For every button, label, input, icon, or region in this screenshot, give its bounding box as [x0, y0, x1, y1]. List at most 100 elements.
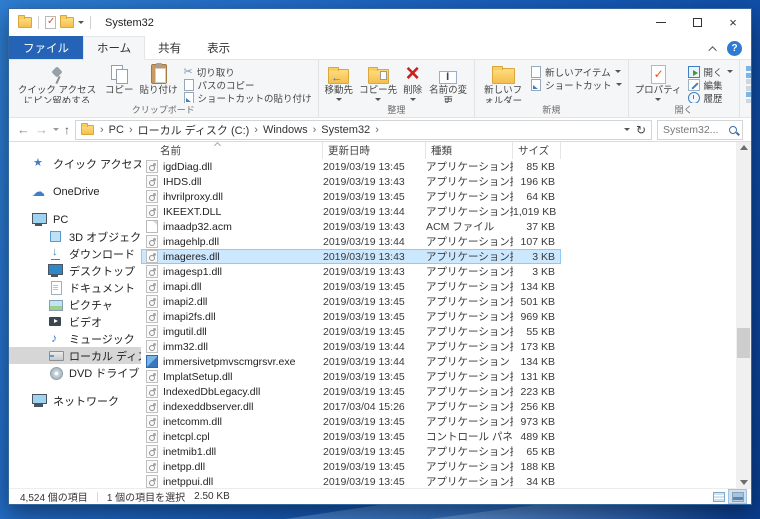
- file-row[interactable]: imagesp1.dll 2019/03/19 13:43 アプリケーション拡張…: [141, 264, 561, 279]
- file-row[interactable]: imapi.dll 2019/03/19 13:45 アプリケーション拡張 13…: [141, 279, 561, 294]
- properties-button[interactable]: プロパティ: [632, 62, 685, 102]
- file-row[interactable]: IHDS.dll 2019/03/19 13:43 アプリケーション拡張 196…: [141, 174, 561, 189]
- sidebar-item[interactable]: ローカル ディスク (C:): [9, 347, 141, 364]
- sidebar-item[interactable]: 3D オブジェクト: [9, 228, 141, 245]
- new-folder-button[interactable]: 新しいフォルダー: [478, 62, 528, 103]
- maximize-button[interactable]: [679, 9, 715, 36]
- column-header-size[interactable]: サイズ: [513, 142, 561, 159]
- close-button[interactable]: ×: [715, 9, 751, 36]
- delete-button[interactable]: × 削除: [400, 62, 425, 102]
- title-bar[interactable]: System32 ×: [9, 9, 751, 36]
- tab-file[interactable]: ファイル: [9, 36, 83, 59]
- tab-share[interactable]: 共有: [145, 36, 194, 59]
- sidebar-item[interactable]: ダウンロード: [9, 245, 141, 262]
- details-view-button[interactable]: [709, 489, 728, 504]
- sidebar-item[interactable]: PC: [9, 211, 141, 228]
- sidebar-item[interactable]: ピクチャ: [9, 296, 141, 313]
- file-row[interactable]: imapi2fs.dll 2019/03/19 13:45 アプリケーション拡張…: [141, 309, 561, 324]
- window-controls: ×: [643, 9, 751, 36]
- qat-customize-chevron-icon[interactable]: [78, 21, 84, 24]
- shortcut-button[interactable]: ショートカット: [528, 78, 625, 92]
- file-row[interactable]: igdDiag.dll 2019/03/19 13:45 アプリケーション拡張 …: [141, 159, 561, 174]
- rename-button[interactable]: 名前の変更: [425, 62, 471, 103]
- sidebar-item[interactable]: ネットワーク: [9, 392, 141, 409]
- paste-button[interactable]: 貼り付け: [137, 62, 181, 98]
- file-row[interactable]: IndexedDbLegacy.dll 2019/03/19 13:45 アプリ…: [141, 384, 561, 399]
- help-icon[interactable]: ?: [727, 41, 742, 56]
- qat-new-folder-icon[interactable]: [60, 15, 74, 28]
- up-button[interactable]: ↑: [64, 124, 70, 136]
- forward-button[interactable]: →: [35, 123, 48, 136]
- file-row[interactable]: imm32.dll 2019/03/19 13:44 アプリケーション拡張 17…: [141, 339, 561, 354]
- breadcrumb-segment[interactable]: PC: [106, 124, 127, 136]
- select-all-button[interactable]: すべて選択: [743, 65, 751, 78]
- file-type-icon: [146, 370, 158, 383]
- file-row[interactable]: inetcpl.cpl 2019/03/19 13:45 コントロール パネル項…: [141, 429, 561, 444]
- new-item-button[interactable]: 新しいアイテム: [528, 65, 625, 79]
- breadcrumb[interactable]: › PC › ローカル ディスク (C:) › Windows › System…: [75, 119, 652, 140]
- tab-view[interactable]: 表示: [194, 36, 243, 59]
- sidebar-item[interactable]: DVD ドライブ (D:) CCC: [9, 364, 141, 381]
- scrollbar-track[interactable]: [736, 150, 751, 480]
- breadcrumb-segment[interactable]: Windows: [260, 124, 311, 136]
- explorer-app-icon: [18, 15, 32, 28]
- breadcrumb-segment[interactable]: ローカル ディスク (C:): [135, 122, 253, 138]
- back-button[interactable]: ←: [17, 123, 30, 136]
- column-header-type[interactable]: 種類: [426, 142, 513, 159]
- scrollbar-thumb[interactable]: [737, 328, 750, 359]
- address-dropdown-chevron-icon[interactable]: [623, 128, 630, 131]
- column-headers: 名前 更新日時 種類 サイズ: [141, 141, 736, 159]
- copy-button[interactable]: コピー: [102, 62, 137, 98]
- file-row[interactable]: indexeddbserver.dll 2017/03/04 15:26 アプリ…: [141, 399, 561, 414]
- edit-icon: [687, 78, 700, 91]
- qat-properties-icon[interactable]: [45, 16, 56, 29]
- file-row[interactable]: immersivetpmvscmgrsvr.exe 2019/03/19 13:…: [141, 354, 561, 369]
- file-row[interactable]: imageres.dll 2019/03/19 13:43 アプリケーション拡張…: [141, 249, 561, 264]
- edit-button[interactable]: 編集: [685, 78, 736, 92]
- sidebar-item[interactable]: デスクトップ: [9, 262, 141, 279]
- file-row[interactable]: imagehlp.dll 2019/03/19 13:44 アプリケーション拡張…: [141, 234, 561, 249]
- file-date-modified: 2019/03/19 13:44: [323, 355, 405, 368]
- paste-shortcut-button[interactable]: ショートカットの貼り付け: [181, 91, 315, 103]
- copy-path-button[interactable]: パスのコピー: [181, 78, 315, 92]
- sidebar-item[interactable]: ミュージック: [9, 330, 141, 347]
- select-none-button[interactable]: 選択解除: [743, 78, 751, 91]
- file-row[interactable]: ihvrilproxy.dll 2019/03/19 13:45 アプリケーショ…: [141, 189, 561, 204]
- file-row[interactable]: ImplatSetup.dll 2019/03/19 13:45 アプリケーショ…: [141, 369, 561, 384]
- sidebar-item[interactable]: クイック アクセス: [9, 155, 141, 172]
- tab-home[interactable]: ホーム: [83, 36, 146, 60]
- recent-locations-chevron-icon[interactable]: [53, 128, 59, 131]
- column-header-date[interactable]: 更新日時: [323, 142, 426, 159]
- file-row[interactable]: inetpp.dll 2019/03/19 13:45 アプリケーション拡張 1…: [141, 459, 561, 474]
- sidebar-item[interactable]: ドキュメント: [9, 279, 141, 296]
- collapse-ribbon-icon[interactable]: [708, 45, 717, 55]
- search-input[interactable]: System32...: [657, 119, 743, 140]
- open-chevron-icon: [726, 70, 733, 73]
- copy-to-button[interactable]: コピー先: [356, 62, 400, 102]
- breadcrumb-segment[interactable]: System32: [318, 124, 373, 136]
- minimize-button[interactable]: [643, 9, 679, 36]
- file-row[interactable]: inetcomm.dll 2019/03/19 13:45 アプリケーション拡張…: [141, 414, 561, 429]
- cut-button[interactable]: ✂ 切り取り: [181, 65, 315, 79]
- pin-to-quick-access-button[interactable]: クイック アクセスにピン留めする: [12, 62, 102, 103]
- file-row[interactable]: imaadp32.acm 2019/03/19 13:43 ACM ファイル 3…: [141, 219, 561, 234]
- sidebar-item[interactable]: OneDrive: [9, 183, 141, 200]
- file-type-icon: [146, 340, 158, 353]
- column-header-name[interactable]: 名前: [141, 142, 323, 159]
- file-row[interactable]: imgutil.dll 2019/03/19 13:45 アプリケーション拡張 …: [141, 324, 561, 339]
- open-button[interactable]: 開く: [685, 65, 736, 79]
- sidebar-item[interactable]: ビデオ: [9, 313, 141, 330]
- invert-selection-button[interactable]: 選択の切り替え: [743, 91, 751, 103]
- file-row[interactable]: inetppui.dll 2019/03/19 13:45 アプリケーション拡張…: [141, 474, 561, 488]
- scroll-down-icon[interactable]: [739, 480, 748, 485]
- ribbon-tab-strip: ファイル ホーム 共有 表示 ?: [9, 36, 751, 60]
- thumbnails-view-button[interactable]: [728, 489, 747, 504]
- vertical-scrollbar[interactable]: [736, 142, 751, 488]
- move-to-button[interactable]: ← 移動先: [322, 62, 357, 102]
- file-row[interactable]: imapi2.dll 2019/03/19 13:45 アプリケーション拡張 5…: [141, 294, 561, 309]
- sidebar-item-label: PC: [53, 213, 69, 226]
- refresh-icon[interactable]: ↻: [636, 124, 646, 136]
- file-row[interactable]: IKEEXT.DLL 2019/03/19 13:44 アプリケーション拡張 1…: [141, 204, 561, 219]
- file-row[interactable]: inetmib1.dll 2019/03/19 13:45 アプリケーション拡張…: [141, 444, 561, 459]
- history-button[interactable]: 履歴: [685, 91, 736, 103]
